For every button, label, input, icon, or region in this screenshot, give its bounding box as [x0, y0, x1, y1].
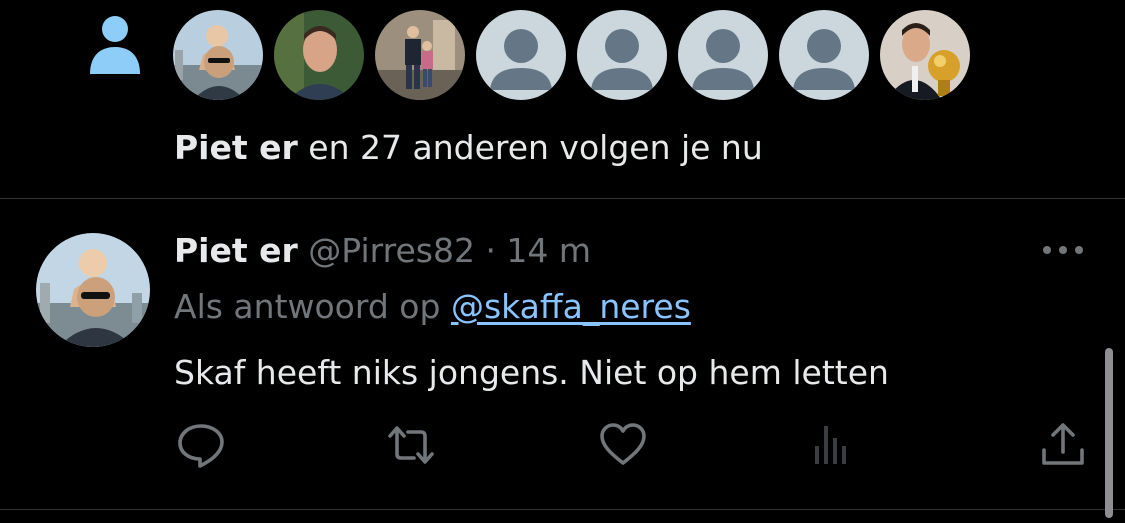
author-handle-and-time[interactable]: @Pirres82 · 14 m	[298, 231, 591, 270]
reply-handle-link[interactable]: @skaffa_neres	[451, 287, 691, 326]
avatar[interactable]	[274, 10, 364, 100]
retweet-button[interactable]	[386, 420, 436, 470]
tweet-text: Skaf heeft niks jongens. Niet op hem let…	[174, 353, 889, 392]
default-profile-avatar[interactable]	[476, 10, 566, 100]
default-profile-avatar[interactable]	[779, 10, 869, 100]
reply-context: Als antwoord op @skaffa_neres	[174, 284, 691, 330]
default-profile-avatar[interactable]	[678, 10, 768, 100]
default-profile-avatar[interactable]	[577, 10, 667, 100]
follower-name[interactable]: Piet er	[174, 128, 298, 167]
divider	[0, 198, 1125, 199]
avatar[interactable]	[173, 10, 263, 100]
divider	[0, 509, 1125, 510]
reply-button[interactable]	[176, 420, 226, 470]
views-icon	[815, 426, 846, 464]
person-icon	[90, 16, 140, 74]
follow-summary-text: en 27 anderen volgen je nu	[297, 128, 763, 167]
reply-prefix: Als antwoord op	[174, 287, 451, 326]
views-button[interactable]	[808, 420, 858, 470]
avatar[interactable]	[375, 10, 465, 100]
heart-icon	[600, 423, 646, 465]
follow-summary: Piet er en 27 anderen volgen je nu	[174, 124, 763, 172]
tweet-author-avatar[interactable]	[36, 233, 150, 347]
more-dots-icon[interactable]	[1040, 238, 1086, 262]
tweet-header: Piet er @Pirres82 · 14 m	[174, 228, 591, 274]
share-icon	[1042, 423, 1084, 465]
reply-icon	[178, 424, 224, 468]
avatar[interactable]	[880, 10, 970, 100]
like-button[interactable]	[598, 420, 648, 470]
follow-notification[interactable]: Piet er en 27 anderen volgen je nu	[0, 0, 1125, 198]
retweet-icon	[388, 426, 434, 464]
scrollbar[interactable]	[1105, 348, 1113, 518]
author-display-name[interactable]: Piet er	[174, 231, 298, 270]
share-button[interactable]	[1038, 420, 1088, 470]
